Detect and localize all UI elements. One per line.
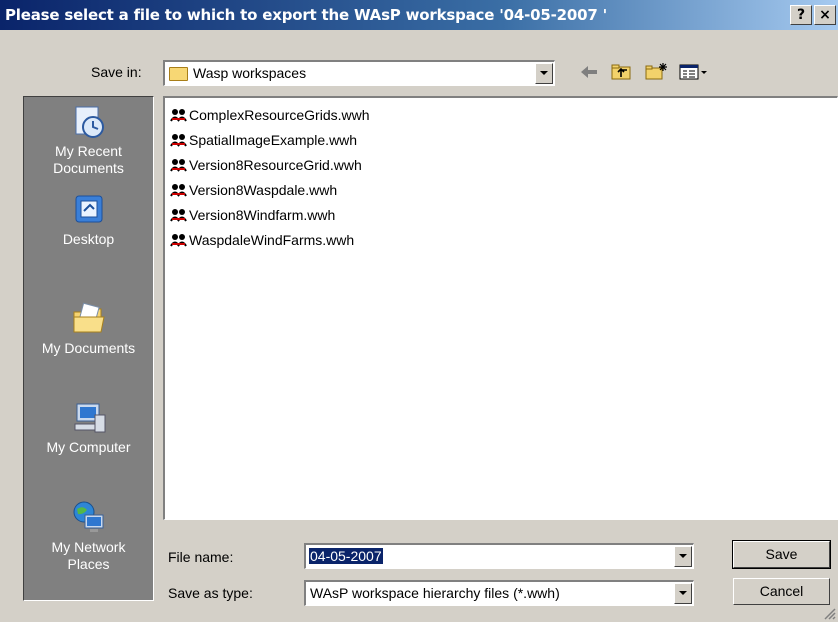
file-name: WaspdaleWindFarms.wwh	[189, 232, 355, 248]
folder-icon	[169, 67, 188, 81]
file-name-label: File name:	[168, 549, 234, 565]
new-folder-icon[interactable]	[644, 62, 668, 82]
place-label: My Network	[51, 539, 126, 555]
close-button[interactable]: ×	[814, 5, 836, 25]
place-recent-documents[interactable]: My Recent Documents	[24, 105, 153, 177]
workspace-file-icon	[170, 159, 187, 172]
place-label: My Recent	[55, 143, 122, 159]
save-as-type-dropdown[interactable]: WAsP workspace hierarchy files (*.wwh)	[304, 580, 694, 606]
file-name-input[interactable]: 04-05-2007	[304, 543, 694, 569]
back-arrow-icon[interactable]	[578, 62, 600, 82]
chevron-down-icon[interactable]	[535, 63, 553, 84]
file-name: Version8Windfarm.wwh	[189, 207, 336, 223]
place-label: Places	[67, 556, 110, 572]
save-button[interactable]: Save	[732, 540, 831, 569]
place-desktop[interactable]: Desktop	[24, 193, 153, 248]
place-network-places[interactable]: My Network Places	[24, 501, 153, 573]
place-label: Desktop	[62, 231, 115, 247]
places-bar: My Recent Documents Desktop My Documents…	[23, 96, 154, 601]
title-bar[interactable]: Please select a file to which to export …	[0, 0, 838, 30]
window-title: Please select a file to which to export …	[5, 6, 607, 24]
cancel-button[interactable]: Cancel	[733, 578, 830, 605]
list-item[interactable]: Version8ResourceGrid.wwh	[170, 155, 362, 175]
workspace-file-icon	[170, 134, 187, 147]
list-item[interactable]: Version8Waspdale.wwh	[170, 180, 337, 200]
place-my-documents[interactable]: My Documents	[24, 302, 153, 357]
network-places-icon	[73, 501, 103, 532]
save-as-type-label: Save as type:	[168, 585, 253, 601]
up-folder-icon[interactable]	[610, 62, 632, 82]
save-in-label: Save in:	[91, 64, 142, 80]
place-label: My Documents	[41, 340, 136, 356]
file-name-value[interactable]: 04-05-2007	[309, 548, 383, 564]
place-my-computer[interactable]: My Computer	[24, 401, 153, 456]
file-name: Version8Waspdale.wwh	[189, 182, 338, 198]
workspace-file-icon	[170, 109, 187, 122]
workspace-file-icon	[170, 184, 187, 197]
save-as-type-value: WAsP workspace hierarchy files (*.wwh)	[310, 585, 560, 601]
chevron-down-icon[interactable]	[674, 546, 692, 567]
resize-grip-icon[interactable]	[822, 606, 836, 620]
recent-documents-icon	[75, 106, 104, 138]
view-menu-icon[interactable]	[678, 62, 710, 82]
file-name: ComplexResourceGrids.wwh	[189, 107, 370, 123]
list-item[interactable]: Version8Windfarm.wwh	[170, 205, 335, 225]
list-item[interactable]: ComplexResourceGrids.wwh	[170, 105, 370, 125]
desktop-icon	[75, 195, 102, 223]
save-in-value: Wasp workspaces	[193, 65, 307, 81]
file-name: Version8ResourceGrid.wwh	[189, 157, 362, 173]
workspace-file-icon	[170, 209, 187, 222]
workspace-file-icon	[170, 234, 187, 247]
save-in-dropdown[interactable]: Wasp workspaces	[163, 60, 555, 86]
place-label: My Computer	[46, 439, 131, 455]
my-computer-icon	[74, 403, 105, 433]
help-button[interactable]: ?	[790, 5, 812, 25]
chevron-down-icon[interactable]	[674, 583, 692, 604]
file-list[interactable]: ComplexResourceGrids.wwh SpatialImageExa…	[163, 96, 838, 520]
list-item[interactable]: SpatialImageExample.wwh	[170, 130, 357, 150]
file-name: SpatialImageExample.wwh	[189, 132, 358, 148]
list-item[interactable]: WaspdaleWindFarms.wwh	[170, 230, 354, 250]
place-label: Documents	[53, 160, 124, 176]
my-documents-icon	[73, 302, 105, 333]
